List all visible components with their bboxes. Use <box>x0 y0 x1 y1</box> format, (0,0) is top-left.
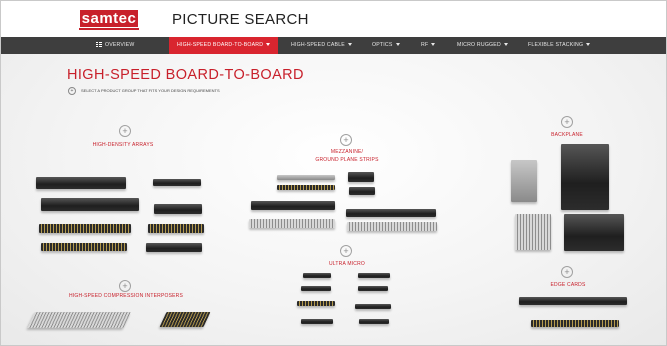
nav-item-micro-rugged[interactable]: MICRO RUGGED <box>457 37 508 54</box>
expand-edge-cards-icon[interactable]: + <box>561 266 573 278</box>
header: samtec PICTURE SEARCH <box>1 1 666 37</box>
nav-label: HIGH-SPEED CABLE <box>291 42 345 48</box>
caret-down-icon <box>395 43 400 47</box>
nav-label: OPTICS <box>372 42 393 48</box>
group-label-high-density-arrays[interactable]: HIGH-DENSITY ARRAYS <box>64 142 182 148</box>
nav-item-overview[interactable]: OVERVIEW <box>96 37 134 54</box>
group-label-ultra-micro[interactable]: ULTRA MICRO <box>297 261 397 267</box>
nav-label: HIGH-SPEED BOARD-TO-BOARD <box>177 42 264 48</box>
instruction-text: SELECT A PRODUCT GROUP THAT FITS YOUR DE… <box>81 88 220 94</box>
nav-label: MICRO RUGGED <box>457 42 501 48</box>
expand-ultra-micro-icon[interactable]: + <box>340 245 352 257</box>
page-title: PICTURE SEARCH <box>172 11 309 28</box>
picture-search-canvas: HIGH-SPEED BOARD-TO-BOARD + SELECT A PROD… <box>1 54 666 345</box>
main-nav: OVERVIEW HIGH-SPEED BOARD-TO-BOARD HIGH-… <box>1 37 666 54</box>
instruction: + SELECT A PRODUCT GROUP THAT FITS YOUR D… <box>68 87 220 95</box>
caret-down-icon <box>503 43 508 47</box>
nav-item-rf[interactable]: RF <box>421 37 436 54</box>
expand-backplane-icon[interactable]: + <box>561 116 573 128</box>
caret-down-icon <box>347 43 352 47</box>
plus-circle-icon: + <box>68 87 76 95</box>
group-label-backplane[interactable]: BACKPLANE <box>521 132 613 138</box>
group-label-mezzanine[interactable]: MEZZANINE/ <box>287 149 407 155</box>
nav-label: RF <box>421 42 429 48</box>
group-label-ground-plane-strips[interactable]: GROUND PLANE STRIPS <box>287 157 407 163</box>
caret-down-icon <box>431 43 436 47</box>
grid-icon <box>96 42 102 48</box>
caret-down-icon <box>586 43 591 47</box>
expand-compression-interposers-icon[interactable]: + <box>119 280 131 292</box>
nav-label: OVERVIEW <box>105 42 135 48</box>
group-label-compression-interposers[interactable]: HIGH-SPEED COMPRESSION INTERPOSERS <box>51 293 201 299</box>
caret-down-icon <box>266 43 271 47</box>
nav-item-optics[interactable]: OPTICS <box>372 37 400 54</box>
nav-label: FLEXIBLE STACKING <box>528 42 584 48</box>
page-frame: samtec PICTURE SEARCH OVERVIEW HIGH-SPEE… <box>0 0 667 346</box>
nav-item-flexible-stacking[interactable]: FLEXIBLE STACKING <box>528 37 591 54</box>
nav-item-high-speed-board-to-board[interactable]: HIGH-SPEED BOARD-TO-BOARD <box>169 37 279 54</box>
expand-high-density-arrays-icon[interactable]: + <box>119 125 131 137</box>
nav-item-high-speed-cable[interactable]: HIGH-SPEED CABLE <box>291 37 352 54</box>
expand-mezzanine-icon[interactable]: + <box>340 134 352 146</box>
samtec-logo[interactable]: samtec <box>79 10 139 30</box>
section-title: HIGH-SPEED BOARD-TO-BOARD <box>67 67 304 83</box>
group-label-edge-cards[interactable]: EDGE CARDS <box>522 282 614 288</box>
